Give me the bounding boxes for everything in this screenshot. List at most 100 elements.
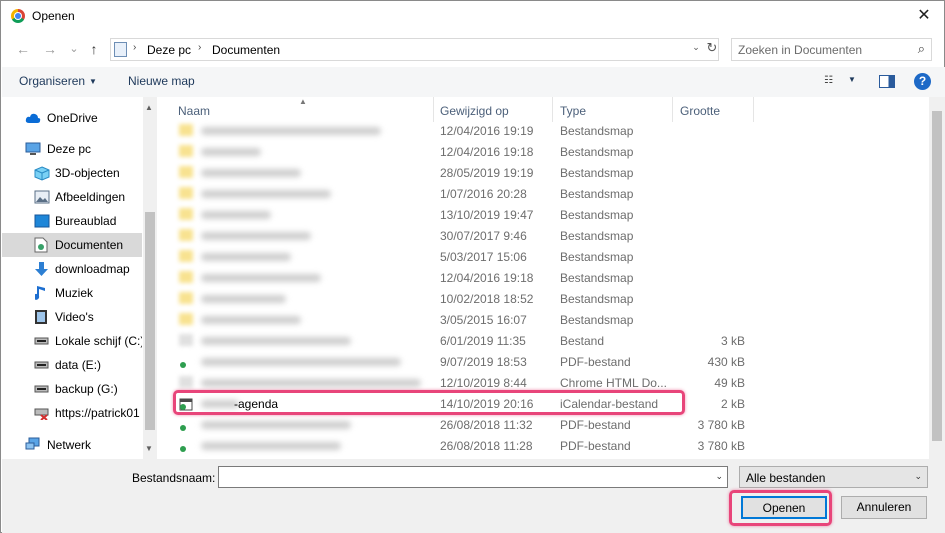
search-box[interactable]: ⌕ — [731, 38, 932, 61]
sidebar-item-data-e[interactable]: data (E:) — [2, 353, 142, 377]
sidebar-item-lokale-schijf[interactable]: Lokale schijf (C:) — [2, 329, 142, 353]
file-type: Bestandsmap — [560, 292, 634, 306]
refresh-icon[interactable]: ↻ — [705, 40, 719, 59]
file-modified: 13/10/2019 19:47 — [440, 208, 534, 222]
view-options-icon[interactable]: ☷ — [824, 75, 838, 87]
file-row[interactable]: 3/05/2015 16:07 Bestandsmap — [157, 309, 927, 330]
redacted-filename — [201, 127, 381, 135]
column-header-type[interactable]: Type — [560, 97, 586, 122]
sidebar-item-network-drive[interactable]: https://patrick01 — [2, 401, 142, 425]
file-row[interactable]: 6/01/2019 11:35 Bestand 3 kB — [157, 330, 927, 351]
back-button[interactable]: ← — [14, 40, 32, 58]
sidebar-item-muziek[interactable]: Muziek — [2, 281, 142, 305]
folder-icon — [179, 166, 193, 178]
sidebar-item-videos[interactable]: Video's — [2, 305, 142, 329]
file-modified: 30/07/2017 9:46 — [440, 229, 527, 243]
redacted-filename — [201, 274, 321, 282]
sidebar-item-onedrive[interactable]: OneDrive — [2, 106, 142, 130]
file-row[interactable]: 30/07/2017 9:46 Bestandsmap — [157, 225, 927, 246]
redacted-filename — [201, 211, 271, 219]
file-modified: 3/05/2015 16:07 — [440, 313, 527, 327]
chevron-down-icon[interactable]: ⌄ — [689, 42, 703, 53]
recent-locations-icon[interactable]: ⌄ — [65, 40, 83, 58]
column-divider[interactable] — [672, 97, 673, 122]
close-icon[interactable]: ✕ — [912, 5, 936, 27]
breadcrumb-item-deze-pc[interactable]: Deze pc — [147, 43, 191, 57]
drive-icon — [34, 361, 49, 369]
sidebar-item-3d-objecten[interactable]: 3D-objecten — [2, 161, 142, 185]
file-type: Bestandsmap — [560, 250, 634, 264]
file-modified: 26/08/2018 11:32 — [440, 418, 533, 432]
file-row[interactable]: 13/10/2019 19:47 Bestandsmap — [157, 204, 927, 225]
redacted-filename — [201, 337, 351, 345]
help-icon[interactable]: ? — [914, 73, 931, 90]
file-type: Bestandsmap — [560, 145, 634, 159]
file-row[interactable]: 12/04/2016 19:19 Bestandsmap — [157, 120, 927, 141]
file-row[interactable]: 1/07/2016 20:28 Bestandsmap — [157, 183, 927, 204]
file-modified: 12/04/2016 19:18 — [440, 271, 534, 285]
column-header-name[interactable]: Naam — [178, 97, 210, 122]
download-icon — [35, 262, 48, 276]
scrollbar-thumb[interactable] — [932, 111, 942, 441]
file-row[interactable]: 28/05/2019 19:19 Bestandsmap — [157, 162, 927, 183]
scrollbar-thumb[interactable] — [145, 212, 155, 430]
file-row[interactable]: 9/07/2019 18:53 PDF-bestand 430 kB — [157, 351, 927, 372]
file-row[interactable]: 12/04/2016 19:18 Bestandsmap — [157, 267, 927, 288]
preview-pane-icon[interactable] — [879, 75, 895, 88]
file-type-filter[interactable]: Alle bestanden ⌄ — [739, 466, 928, 488]
music-icon — [35, 286, 45, 300]
sidebar-item-backup-g[interactable]: backup (G:) — [2, 377, 142, 401]
column-divider[interactable] — [552, 97, 553, 122]
breadcrumb-item-documenten[interactable]: Documenten — [212, 43, 280, 57]
search-input[interactable] — [738, 42, 908, 57]
file-row[interactable]: 5/03/2017 15:06 Bestandsmap — [157, 246, 927, 267]
column-header-modified[interactable]: Gewijzigd op — [440, 97, 509, 122]
scroll-up-icon[interactable]: ▲ — [145, 103, 153, 112]
file-type: Bestandsmap — [560, 229, 634, 243]
file-list-scrollbar[interactable] — [929, 97, 945, 459]
caret-down-icon[interactable]: ▼ — [848, 75, 856, 84]
column-divider[interactable] — [433, 97, 434, 122]
scroll-down-icon[interactable]: ▼ — [145, 444, 153, 453]
file-size: 3 780 kB — [697, 418, 745, 432]
cloud-icon — [25, 113, 41, 123]
file-size: 3 kB — [720, 334, 745, 348]
new-folder-button[interactable]: Nieuwe map — [128, 74, 195, 88]
sidebar-item-netwerk[interactable]: Netwerk — [2, 433, 142, 457]
filename-input[interactable] — [223, 470, 703, 484]
folder-icon — [179, 292, 193, 304]
computer-icon — [25, 142, 41, 155]
sidebar-item-bureaublad[interactable]: Bureaublad — [2, 209, 142, 233]
sidebar-item-deze-pc[interactable]: Deze pc — [2, 137, 142, 161]
highlight-open-button — [729, 490, 832, 526]
network-icon — [25, 437, 40, 450]
title-bar: Openen ✕ — [1, 1, 944, 32]
chevron-down-icon[interactable]: ⌄ — [715, 471, 723, 482]
forward-button[interactable]: → — [41, 40, 59, 58]
sidebar-scrollbar[interactable]: ▲ ▼ — [143, 97, 157, 459]
column-divider[interactable] — [753, 97, 754, 122]
file-type: PDF-bestand — [560, 439, 631, 453]
chevron-down-icon[interactable]: ⌄ — [914, 471, 922, 482]
caret-down-icon: ▼ — [89, 77, 97, 86]
redacted-filename — [201, 148, 261, 156]
redacted-filename — [201, 316, 301, 324]
open-dialog: Openen ✕ ← → ⌄ ↑ › Deze pc › Documenten … — [0, 0, 945, 533]
file-row[interactable]: 10/02/2018 18:52 Bestandsmap — [157, 288, 927, 309]
folder-icon — [179, 271, 193, 283]
filename-combobox[interactable]: ⌄ — [218, 466, 728, 488]
address-bar[interactable]: › Deze pc › Documenten ⌄ ↻ — [110, 38, 719, 61]
column-header-size[interactable]: Grootte — [680, 97, 720, 122]
sidebar-item-downloadmap[interactable]: downloadmap — [2, 257, 142, 281]
file-row[interactable]: 26/08/2018 11:28 PDF-bestand 3 780 kB — [157, 435, 927, 456]
search-icon[interactable]: ⌕ — [918, 41, 925, 57]
organize-button[interactable]: Organiseren ▼ — [19, 74, 97, 88]
sidebar-item-afbeeldingen[interactable]: Afbeeldingen — [2, 185, 142, 209]
file-row[interactable]: 26/08/2018 11:32 PDF-bestand 3 780 kB — [157, 414, 927, 435]
sidebar-item-documenten[interactable]: Documenten — [2, 233, 142, 257]
up-button[interactable]: ↑ — [85, 40, 103, 58]
file-modified: 26/08/2018 11:28 — [440, 439, 533, 453]
file-modified: 28/05/2019 19:19 — [440, 166, 534, 180]
file-row[interactable]: 12/04/2016 19:18 Bestandsmap — [157, 141, 927, 162]
cancel-button[interactable]: Annuleren — [841, 496, 927, 519]
